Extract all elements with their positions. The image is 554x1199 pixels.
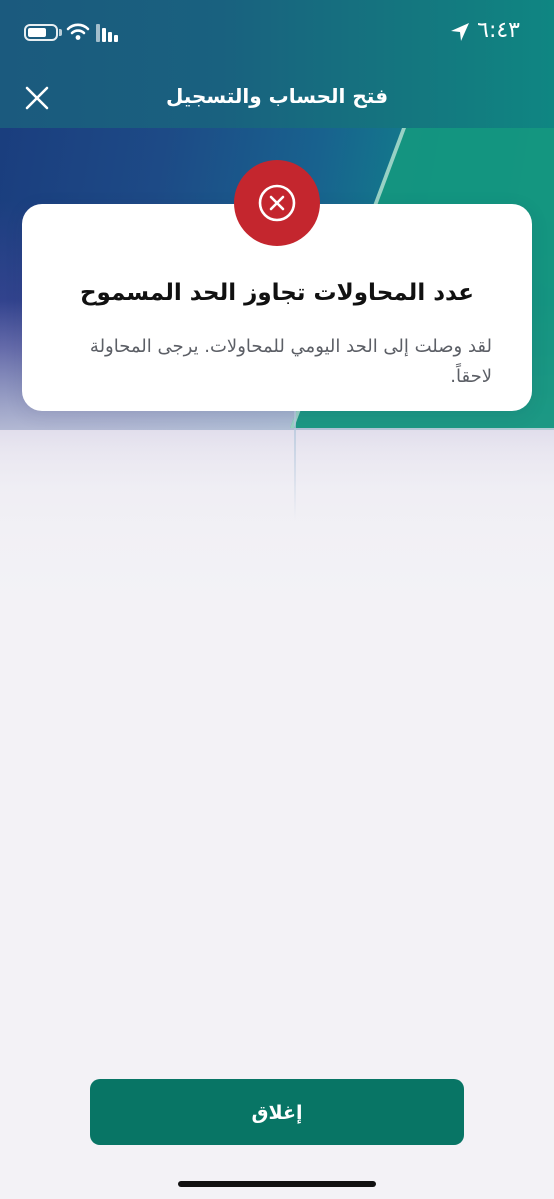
battery-icon (24, 24, 58, 41)
header-bar: فتح الحساب والتسجيل (0, 66, 554, 128)
error-message: لقد وصلت إلى الحد اليومي للمحاولات. يرجى… (89, 336, 492, 387)
close-button[interactable]: إغلاق (90, 1079, 464, 1145)
location-arrow-icon (451, 23, 469, 41)
error-circle-x-icon (258, 184, 296, 222)
decorative-line (294, 410, 296, 520)
battery-cap (59, 29, 62, 36)
status-bar: ٦:٤٣ (0, 0, 554, 66)
page-title: فتح الحساب والتسجيل (165, 84, 389, 108)
home-indicator[interactable] (178, 1181, 376, 1187)
error-badge (234, 160, 320, 246)
screen: ٦:٤٣ فتح الحساب والتسجيل عدد المحاولات ت… (0, 0, 554, 1199)
status-time: ٦:٤٣ (477, 18, 520, 43)
error-title: عدد المحاولات تجاوز الحد المسموح (79, 280, 475, 306)
signal-icon (96, 24, 118, 42)
wifi-icon (66, 23, 90, 40)
